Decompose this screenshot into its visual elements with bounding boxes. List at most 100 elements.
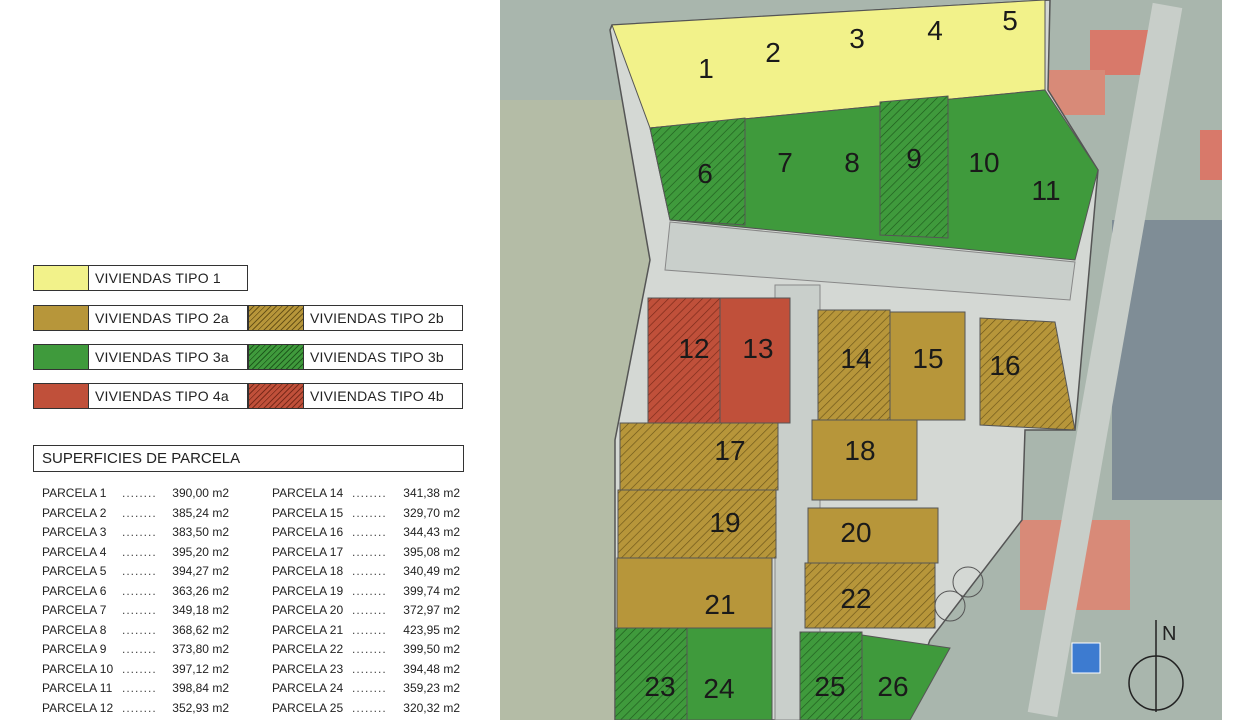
north-label: N — [1162, 623, 1176, 645]
parcel-area: 373,80 m2 — [172, 642, 229, 656]
lot-number-20: 20 — [840, 517, 871, 548]
lot-number-14: 14 — [840, 343, 871, 374]
lot-17 — [619, 422, 779, 491]
lot-number-25: 25 — [814, 671, 845, 702]
parcel-area: 423,95 m2 — [403, 622, 460, 637]
lot-number-6: 6 — [697, 158, 713, 189]
lot-number-11: 11 — [1031, 175, 1060, 206]
parcel-leader-dots: ........ — [122, 583, 157, 598]
lot-number-22: 22 — [840, 583, 871, 614]
parcel-row: PARCELA 25........ 320,32 m2 — [272, 699, 460, 719]
parcel-leader-dots: ........ — [352, 661, 387, 676]
parcel-leader-dots: ........ — [122, 622, 157, 637]
parcel-name: PARCELA 10 — [42, 661, 114, 676]
parcel-area: 395,20 m2 — [172, 544, 229, 559]
legend-panel: VIVIENDAS TIPO 1 VIVIENDAS TIPO 2a VIVIE… — [0, 0, 490, 720]
parcel-row: PARCELA 22........ 399,50 m2 — [272, 640, 460, 660]
swatch-tipo4b — [248, 383, 304, 409]
parcel-leader-dots: ........ — [122, 603, 157, 617]
parcel-name: PARCELA 15 — [272, 505, 344, 520]
lot-number-4: 4 — [927, 15, 943, 46]
parcel-row: PARCELA 19........ 399,74 m2 — [272, 582, 460, 602]
parcel-area: 359,23 m2 — [403, 681, 460, 695]
parcel-leader-dots: ........ — [122, 544, 157, 559]
parcel-leader-dots: ........ — [352, 505, 387, 520]
lot-21 — [616, 557, 773, 629]
parcel-row: PARCELA 18........ 340,49 m2 — [272, 562, 460, 582]
parcel-row: PARCELA 4........ 395,20 m2 — [42, 543, 229, 563]
parcel-name: PARCELA 12 — [42, 700, 114, 715]
lot-number-26: 26 — [877, 671, 908, 702]
parcel-name: PARCELA 16 — [272, 525, 344, 539]
legend-label-tipo4a: VIVIENDAS TIPO 4a — [88, 383, 248, 409]
surfaces-left-column: PARCELA 1........ 390,00 m2 PARCELA 2.....… — [42, 484, 229, 718]
lot-number-13: 13 — [742, 333, 773, 364]
lot-19 — [617, 489, 777, 559]
parcel-leader-dots: ........ — [352, 681, 387, 695]
parcel-leader-dots: ........ — [122, 661, 157, 676]
parcel-row: PARCELA 7........ 349,18 m2 — [42, 601, 229, 621]
parcel-row: PARCELA 10........ 397,12 m2 — [42, 660, 229, 680]
parcel-name: PARCELA 14 — [272, 486, 344, 500]
parcel-leader-dots: ........ — [352, 525, 387, 539]
lot-number-23: 23 — [644, 671, 675, 702]
swatch-tipo3b — [248, 344, 304, 370]
parcel-name: PARCELA 4 — [42, 544, 107, 559]
surfaces-title: SUPERFICIES DE PARCELA — [33, 445, 464, 472]
parcel-name: PARCELA 3 — [42, 525, 107, 539]
lot-number-24: 24 — [703, 673, 734, 704]
parcel-leader-dots: ........ — [122, 505, 157, 520]
lot-number-16: 16 — [989, 350, 1020, 381]
parcel-area: 329,70 m2 — [403, 505, 460, 520]
parcel-leader-dots: ........ — [352, 622, 387, 637]
lot-20 — [807, 507, 939, 564]
parcel-area: 385,24 m2 — [172, 505, 229, 520]
parcel-area: 397,12 m2 — [172, 661, 229, 676]
parcel-leader-dots: ........ — [352, 642, 387, 656]
parcel-name: PARCELA 22 — [272, 642, 344, 656]
parcel-area: 320,32 m2 — [403, 700, 460, 715]
parcel-row: PARCELA 20........ 372,97 m2 — [272, 601, 460, 621]
parcel-area: 368,62 m2 — [172, 622, 229, 637]
parcel-area: 363,26 m2 — [172, 583, 229, 598]
parcel-leader-dots: ........ — [352, 564, 387, 578]
lot-number-21: 21 — [704, 589, 735, 620]
parcel-area: 341,38 m2 — [403, 486, 460, 500]
parcel-name: PARCELA 25 — [272, 700, 344, 715]
parcel-name: PARCELA 2 — [42, 505, 107, 520]
swatch-tipo1 — [33, 265, 89, 291]
parcel-name: PARCELA 9 — [42, 642, 107, 656]
parcel-area: 383,50 m2 — [172, 525, 229, 539]
parcel-leader-dots: ........ — [352, 583, 387, 598]
parcel-name: PARCELA 19 — [272, 583, 344, 598]
legend-label-tipo4b: VIVIENDAS TIPO 4b — [303, 383, 463, 409]
parcel-area: 352,93 m2 — [172, 700, 229, 715]
parcel-area: 340,49 m2 — [403, 564, 460, 578]
parcel-name: PARCELA 21 — [272, 622, 344, 637]
surfaces-right-column: PARCELA 14........ 341,38 m2 PARCELA 15...… — [272, 484, 460, 718]
lot-number-2: 2 — [765, 37, 781, 68]
lot-number-18: 18 — [844, 435, 875, 466]
legend-label-tipo1: VIVIENDAS TIPO 1 — [88, 265, 248, 291]
parcel-name: PARCELA 5 — [42, 564, 107, 578]
parcel-row: PARCELA 14........ 341,38 m2 — [272, 484, 460, 504]
parcel-leader-dots: ........ — [352, 486, 387, 500]
parcel-row: PARCELA 5........ 394,27 m2 — [42, 562, 229, 582]
site-plan-map: 1 2 3 4 5 6 7 8 9 10 11 12 13 14 15 16 17 18 19 20 21 22 23 24 2… — [500, 0, 1222, 720]
parcel-row: PARCELA 17........ 395,08 m2 — [272, 543, 460, 563]
parcel-name: PARCELA 24 — [272, 681, 344, 695]
parcel-area: 398,84 m2 — [172, 681, 229, 695]
parcel-name: PARCELA 6 — [42, 583, 107, 598]
lot-number-1: 1 — [698, 53, 714, 84]
parcel-row: PARCELA 21........ 423,95 m2 — [272, 621, 460, 641]
lot-number-17: 17 — [714, 435, 745, 466]
parcel-leader-dots: ........ — [352, 544, 387, 559]
swatch-tipo3a — [33, 344, 89, 370]
parcel-leader-dots: ........ — [122, 486, 157, 500]
lot-number-9: 9 — [906, 143, 922, 174]
parcel-row: PARCELA 6........ 363,26 m2 — [42, 582, 229, 602]
parcel-area: 344,43 m2 — [403, 525, 460, 539]
lot-number-5: 5 — [1002, 5, 1018, 36]
parcel-area: 390,00 m2 — [172, 486, 229, 500]
parcel-name: PARCELA 18 — [272, 564, 344, 578]
